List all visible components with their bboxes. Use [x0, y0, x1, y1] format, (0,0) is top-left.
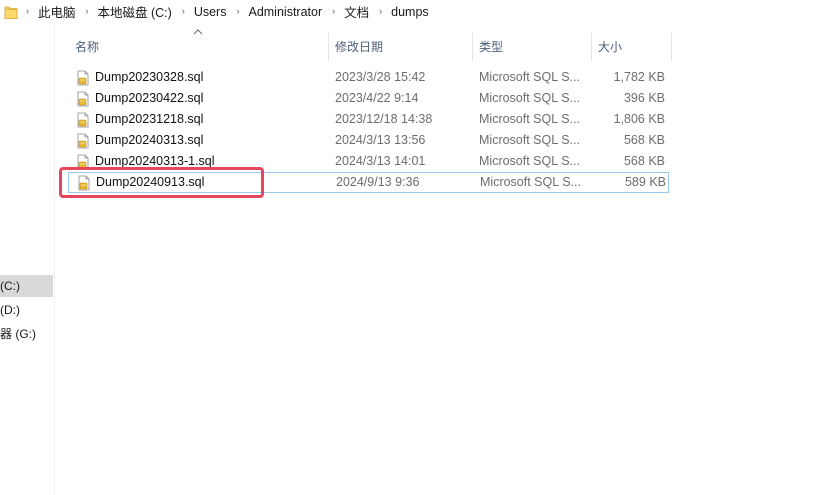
breadcrumb-administrator[interactable]: Administrator	[248, 5, 322, 19]
file-size: 396 KB	[623, 91, 665, 105]
file-name-cell: Dump20230422.sql	[76, 88, 203, 109]
column-divider[interactable]	[472, 33, 473, 61]
nav-item-drive-d[interactable]: (D:)	[0, 299, 53, 321]
chevron-right-icon[interactable]: ›	[86, 6, 89, 16]
file-size: 568 KB	[623, 154, 665, 168]
file-type: Microsoft SQL S...	[479, 70, 580, 84]
file-size: 1,806 KB	[613, 112, 665, 126]
file-name: Dump20230328.sql	[95, 70, 204, 84]
column-header-label: 大小	[598, 40, 623, 54]
file-type: Microsoft SQL S...	[480, 175, 581, 189]
breadcrumb-item[interactable]: › dumps	[369, 5, 429, 19]
column-header-label: 类型	[479, 40, 504, 54]
chevron-right-icon[interactable]: ›	[236, 6, 239, 16]
breadcrumb-item[interactable]: › 本地磁盘 (C:)	[76, 2, 172, 21]
file-size: 1,782 KB	[613, 70, 665, 84]
file-size: 568 KB	[623, 133, 665, 147]
address-bar[interactable]: › 此电脑 › 本地磁盘 (C:) › Users › Administrato…	[0, 0, 827, 23]
breadcrumb-documents[interactable]: 文档	[344, 2, 369, 21]
column-header-label: 名称	[75, 40, 100, 54]
nav-item-drive-c[interactable]: (C:)	[0, 275, 53, 297]
file-type: Microsoft SQL S...	[479, 154, 580, 168]
breadcrumb-item[interactable]: › 此电脑	[26, 2, 76, 21]
file-name-cell: Dump20230328.sql	[76, 67, 203, 88]
chevron-right-icon[interactable]: ›	[26, 6, 29, 16]
sql-file-icon	[76, 91, 90, 107]
highlight-annotation-box	[59, 167, 264, 198]
column-header-label: 修改日期	[335, 40, 384, 54]
file-date: 2023/4/22 9:14	[335, 91, 419, 105]
nav-item-drive-g[interactable]: 器 (G:)	[0, 323, 53, 345]
file-name: Dump20240313.sql	[95, 133, 204, 147]
file-type: Microsoft SQL S...	[479, 112, 580, 126]
folder-icon	[4, 4, 18, 20]
sql-file-icon	[76, 112, 90, 128]
file-date: 2024/3/13 14:01	[335, 154, 426, 168]
column-divider[interactable]	[671, 33, 672, 61]
breadcrumb-item[interactable]: › 文档	[322, 2, 369, 21]
column-header-size[interactable]: 大小	[598, 33, 668, 61]
column-header-date[interactable]: 修改日期	[335, 33, 470, 61]
file-date: 2023/3/28 15:42	[335, 70, 426, 84]
column-header-name[interactable]: 名称	[75, 33, 325, 61]
file-name-cell: Dump20231218.sql	[76, 109, 203, 130]
file-type: Microsoft SQL S...	[479, 133, 580, 147]
chevron-right-icon[interactable]: ›	[182, 6, 185, 16]
file-row[interactable]: Dump20230422.sql 2023/4/22 9:14 Microsof…	[68, 88, 668, 109]
column-divider[interactable]	[591, 33, 592, 61]
sql-file-icon	[76, 70, 90, 86]
sql-file-icon	[76, 133, 90, 149]
file-name: Dump20230422.sql	[95, 91, 204, 105]
file-row[interactable]: Dump20240313.sql 2024/3/13 13:56 Microso…	[68, 130, 668, 151]
breadcrumb-users[interactable]: Users	[194, 5, 227, 19]
nav-item-label: (C:)	[0, 279, 20, 293]
file-name: Dump20231218.sql	[95, 112, 204, 126]
nav-item-label: (D:)	[0, 303, 20, 317]
file-row[interactable]: Dump20231218.sql 2023/12/18 14:38 Micros…	[68, 109, 668, 130]
file-date: 2024/3/13 13:56	[335, 133, 426, 147]
file-size: 589 KB	[624, 175, 666, 189]
breadcrumb-this-pc[interactable]: 此电脑	[38, 2, 76, 21]
breadcrumb-item[interactable]: › Users	[172, 5, 227, 19]
chevron-right-icon[interactable]: ›	[379, 6, 382, 16]
breadcrumb-dumps[interactable]: dumps	[391, 5, 429, 19]
file-date: 2024/9/13 9:36	[336, 175, 420, 189]
file-name-cell: Dump20240313.sql	[76, 130, 203, 151]
pane-divider[interactable]	[54, 23, 55, 495]
column-header-type[interactable]: 类型	[479, 33, 589, 61]
file-date: 2023/12/18 14:38	[335, 112, 433, 126]
file-row[interactable]: Dump20230328.sql 2023/3/28 15:42 Microso…	[68, 67, 668, 88]
breadcrumb-local-disk-c[interactable]: 本地磁盘 (C:)	[98, 2, 172, 21]
nav-item-label: 器 (G:)	[0, 327, 36, 341]
breadcrumb-item[interactable]: › Administrator	[226, 5, 322, 19]
chevron-right-icon[interactable]: ›	[332, 6, 335, 16]
column-divider[interactable]	[328, 33, 329, 61]
file-type: Microsoft SQL S...	[479, 91, 580, 105]
